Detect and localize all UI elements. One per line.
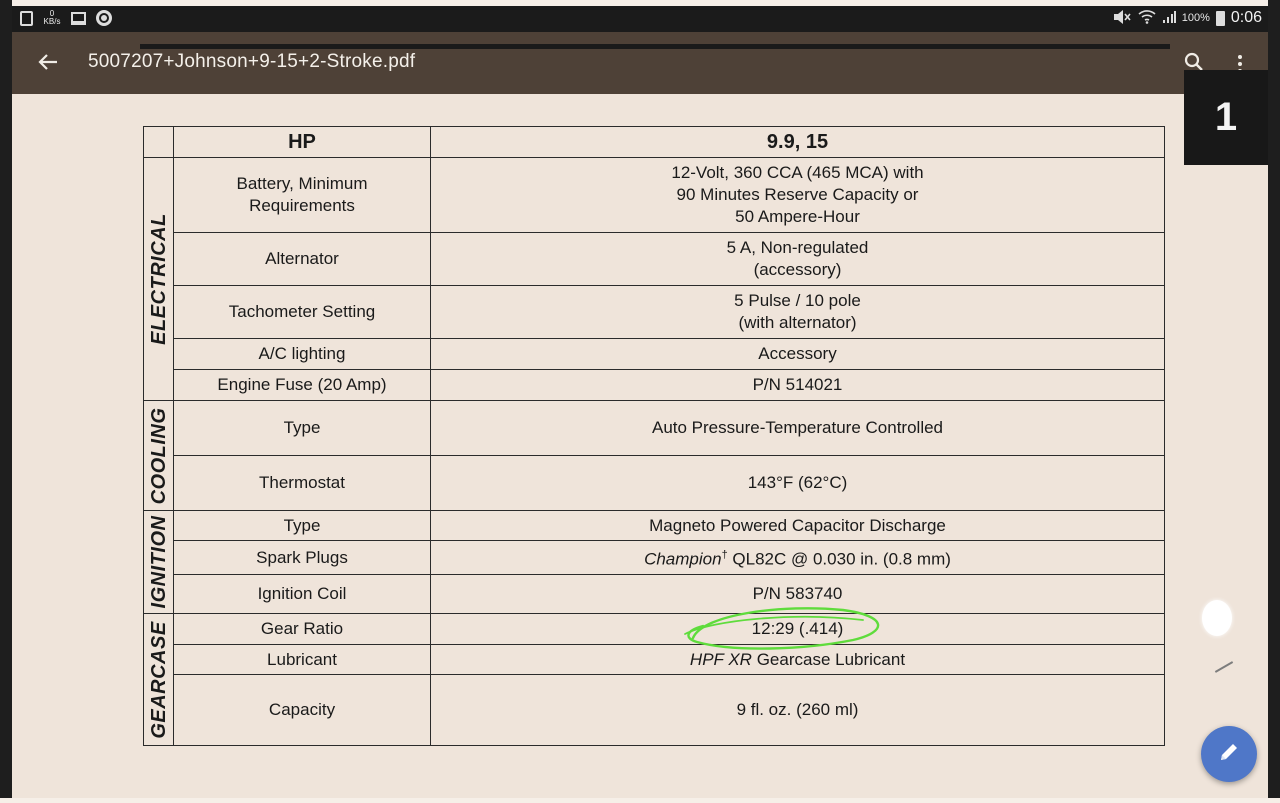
value-cell: Auto Pressure-Temperature Controlled — [430, 400, 1165, 456]
chrome-icon — [96, 9, 112, 27]
data-rate-unit: KB/s — [43, 17, 61, 26]
screen-edge-left — [0, 0, 12, 803]
screen-edge-right — [1268, 0, 1280, 803]
param-cell: Battery, Minimum Requirements — [173, 157, 431, 233]
param-line: Requirements — [249, 196, 355, 215]
param-cell: Capacity — [173, 674, 431, 746]
edit-pencil-icon — [1218, 741, 1240, 768]
gallery-icon — [70, 9, 86, 27]
value-cell: Accessory — [430, 338, 1165, 370]
category-label: IGNITION — [147, 515, 170, 609]
param-cell: Lubricant — [173, 644, 431, 675]
category-ignition: IGNITION — [143, 510, 174, 614]
value-line: 50 Ampere-Hour — [735, 207, 860, 226]
value-cell: Magneto Powered Capacitor Discharge — [430, 510, 1165, 541]
table-row: A/C lighting Accessory — [144, 338, 1165, 370]
back-button[interactable] — [34, 50, 62, 78]
status-bar: 0 KB/s 100% 0:06 — [12, 6, 1268, 32]
value-cell: Champion† QL82C @ 0.030 in. (0.8 mm) — [430, 540, 1165, 575]
table-row: COOLING Type Auto Pressure-Temperature C… — [143, 400, 1165, 511]
brand-name: Champion — [644, 549, 722, 569]
header-models: 9.9, 15 — [430, 126, 1165, 158]
param-cell: Ignition Coil — [173, 574, 431, 614]
value-cell: P/N 514021 — [430, 369, 1165, 401]
table-row: ELECTRICAL Battery, Minimum Requirements … — [143, 157, 1165, 401]
battery-percent: 100% — [1181, 12, 1210, 24]
category-label: COOLING — [147, 407, 170, 504]
param-cell: Spark Plugs — [173, 540, 431, 575]
value-line: 5 A, Non-regulated — [726, 238, 869, 257]
table-row: GEARCASE Gear Ratio 12:29 (.414) — [143, 613, 1165, 746]
table-row: Tachometer Setting 5 Pulse / 10 pole (wit… — [144, 285, 1165, 339]
specifications-table: HP 9.9, 15 ELECTRICAL Battery, Minimum Re… — [143, 126, 1165, 746]
wifi-icon — [1138, 9, 1156, 27]
param-cell: Alternator — [173, 232, 431, 286]
table-row: Lubricant HPF XR Gearcase Lubricant — [144, 644, 1165, 675]
table-row: Thermostat 143°F (62°C) — [144, 455, 1165, 511]
more-vert-icon-dot-2 — [1238, 62, 1242, 66]
param-cell: Thermostat — [173, 455, 431, 511]
value-cell: 9 fl. oz. (260 ml) — [430, 674, 1165, 746]
value-text: QL82C @ 0.030 in. (0.8 mm) — [727, 549, 951, 569]
value-line: 5 Pulse / 10 pole — [734, 291, 861, 310]
param-cell: Type — [173, 510, 431, 541]
page-number-indicator: 1 — [1184, 70, 1268, 165]
value-line: (with alternator) — [738, 313, 857, 332]
table-row: IGNITION Type Magneto Powered Capacitor … — [143, 510, 1165, 614]
sim-card-icon — [18, 9, 34, 27]
value-line: 90 Minutes Reserve Capacity or — [676, 185, 919, 204]
signal-icon — [1162, 10, 1176, 27]
value-cell: 12-Volt, 360 CCA (465 MCA) with 90 Minute… — [430, 157, 1165, 233]
app-bar: 5007207+Johnson+9-15+2-Stroke.pdf — [12, 32, 1268, 94]
value-cell: 5 A, Non-regulated (accessory) — [430, 232, 1165, 286]
pen-dot-tool[interactable] — [1202, 600, 1232, 636]
param-cell: Tachometer Setting — [173, 285, 431, 339]
value-cell: 143°F (62°C) — [430, 455, 1165, 511]
param-cell: Engine Fuse (20 Amp) — [173, 369, 431, 401]
category-label: ELECTRICAL — [147, 213, 170, 345]
loading-progress-bar — [140, 44, 1170, 49]
category-label: GEARCASE — [147, 620, 170, 739]
screen-edge-bottom — [0, 798, 1280, 803]
category-electrical: ELECTRICAL — [143, 157, 174, 401]
table-row: Alternator 5 A, Non-regulated (accessory) — [144, 232, 1165, 286]
document-title: 5007207+Johnson+9-15+2-Stroke.pdf — [88, 51, 416, 72]
highlight-circle-annotation — [684, 607, 880, 650]
table-header-row: HP 9.9, 15 — [143, 126, 1165, 158]
value-line: 12-Volt, 360 CCA (465 MCA) with — [671, 163, 924, 182]
table-row: Spark Plugs Champion† QL82C @ 0.030 in. … — [144, 540, 1165, 575]
table-row: Capacity 9 fl. oz. (260 ml) — [144, 674, 1165, 746]
clock: 0:06 — [1230, 9, 1262, 26]
table-row: Engine Fuse (20 Amp) P/N 514021 — [144, 369, 1165, 401]
header-blank-cell — [143, 126, 174, 158]
param-cell: A/C lighting — [173, 338, 431, 370]
edit-button[interactable] — [1201, 726, 1257, 782]
mute-icon — [1112, 9, 1132, 27]
battery-icon — [1215, 10, 1225, 26]
category-cooling: COOLING — [143, 400, 174, 511]
data-rate-indicator: 0 KB/s — [43, 9, 61, 27]
more-vert-icon-dot-1 — [1238, 55, 1242, 59]
header-hp: HP — [173, 126, 431, 158]
table-row: Ignition Coil P/N 583740 — [144, 574, 1165, 614]
value-line: (accessory) — [753, 260, 842, 279]
param-cell: Type — [173, 400, 431, 456]
category-gearcase: GEARCASE — [143, 613, 174, 746]
back-arrow-icon — [38, 53, 58, 76]
param-cell: Gear Ratio — [173, 613, 431, 645]
value-cell: 5 Pulse / 10 pole (with alternator) — [430, 285, 1165, 339]
param-line: Battery, Minimum — [236, 174, 368, 193]
